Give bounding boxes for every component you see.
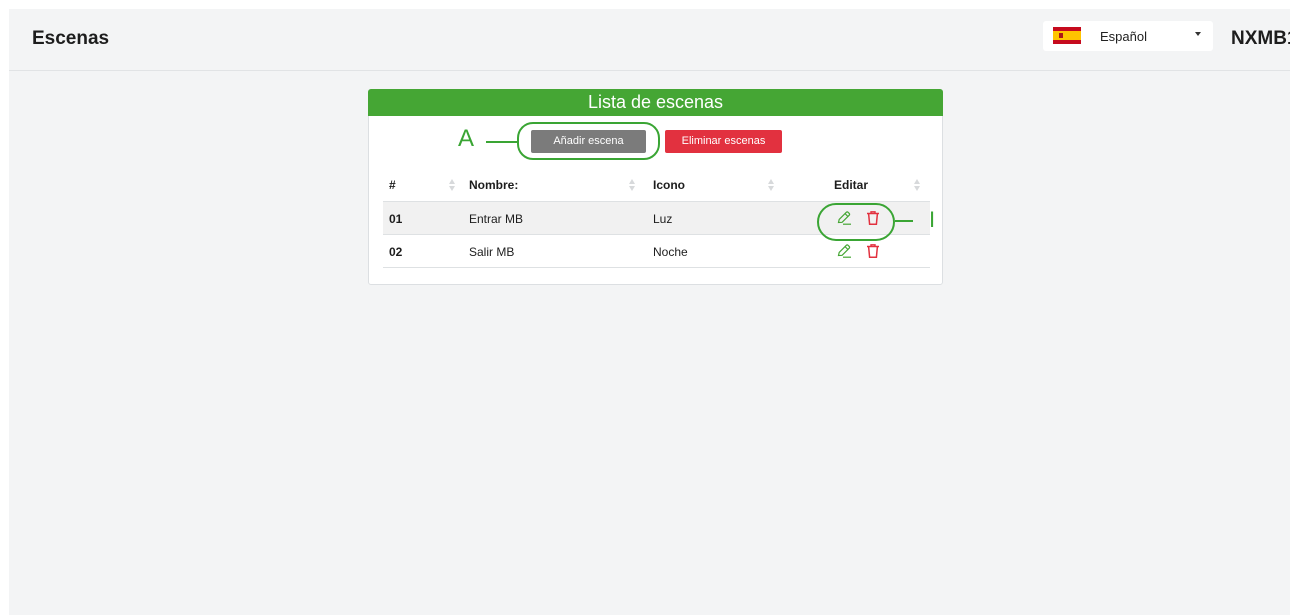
app-window: Escenas Español NXMB1 Lista de escenas A…	[9, 9, 1290, 615]
callout-connector-i	[895, 220, 913, 222]
column-header-icon[interactable]: Icono	[653, 178, 685, 192]
device-name: NXMB1	[1231, 28, 1290, 49]
caret-down-icon	[1195, 32, 1201, 36]
scene-icon-name: Luz	[653, 212, 673, 226]
scenes-card: Lista de escenas Añadir escena Eliminar …	[368, 89, 943, 285]
language-select[interactable]: Español	[1043, 21, 1213, 51]
sort-icon[interactable]	[768, 179, 774, 191]
scene-icon-name: Noche	[653, 245, 688, 259]
top-bar: Escenas Español NXMB1	[9, 9, 1290, 71]
table-divider	[383, 267, 930, 268]
callout-label-a: A	[458, 125, 475, 152]
sort-icon[interactable]	[629, 179, 635, 191]
column-header-edit[interactable]: Editar	[834, 178, 868, 192]
edit-icon[interactable]	[836, 243, 852, 259]
callout-label-i: I	[929, 207, 936, 232]
column-header-name[interactable]: Nombre:	[469, 178, 518, 192]
language-select-value: Español	[1100, 29, 1147, 44]
scene-name: Entrar MB	[469, 212, 524, 226]
trash-icon[interactable]	[865, 243, 881, 259]
delete-scenes-button[interactable]: Eliminar escenas	[665, 130, 782, 153]
scene-number: 02	[389, 245, 403, 259]
scene-name: Salir MB	[469, 245, 515, 259]
spain-flag-icon	[1053, 27, 1081, 44]
page-title: Escenas	[32, 28, 110, 49]
scene-number: 01	[389, 212, 403, 226]
scenes-card-title: Lista de escenas	[368, 89, 943, 116]
callout-ring-edit-actions	[817, 203, 895, 241]
sort-icon[interactable]	[449, 179, 455, 191]
callout-ring-add-button	[517, 122, 660, 160]
column-header-number[interactable]: #	[389, 178, 396, 192]
callout-connector-a	[486, 141, 518, 143]
sort-icon[interactable]	[914, 179, 920, 191]
